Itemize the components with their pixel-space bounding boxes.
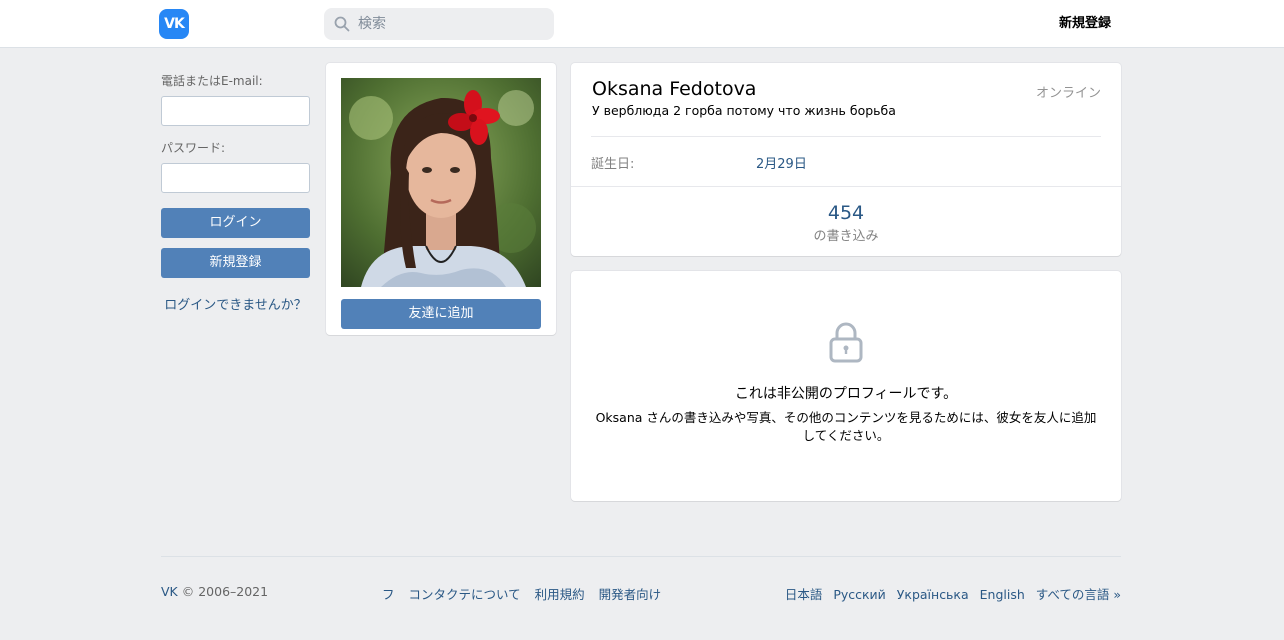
footer-link-developers[interactable]: 開発者向け xyxy=(599,587,662,602)
posts-counter[interactable]: 454 の書き込み xyxy=(571,202,1121,244)
private-profile-text: Oksana さんの書き込みや写真、その他のコンテンツを見るためには、彼女を友人… xyxy=(595,410,1097,443)
footer-link-about[interactable]: コンタクテについて xyxy=(409,587,521,602)
footer-link[interactable]: フ xyxy=(382,587,395,602)
email-field[interactable] xyxy=(161,96,310,126)
search-box[interactable] xyxy=(324,8,554,40)
language-link[interactable]: 日本語 xyxy=(785,587,823,602)
login-button[interactable]: ログイン xyxy=(161,208,310,238)
signup-button[interactable]: 新規登録 xyxy=(161,248,310,278)
profile-status-text: У верблюда 2 горба потому что жизнь борь… xyxy=(592,103,896,118)
language-link[interactable]: Русский xyxy=(833,587,885,602)
info-divider xyxy=(591,136,1101,137)
login-form: 電話またはE-mail: パスワード: ログイン 新規登録 ログインできませんか… xyxy=(161,72,310,313)
lock-icon xyxy=(829,322,863,363)
birthday-value[interactable]: 2月29日 xyxy=(756,153,807,172)
online-status: オンライン xyxy=(1035,86,1101,101)
password-field[interactable] xyxy=(161,163,310,193)
top-header: VK 新規登録 xyxy=(0,0,1284,48)
footer-divider xyxy=(161,556,1121,557)
profile-name: Oksana Fedotova xyxy=(592,78,757,100)
private-profile-card: これは非公開のプロフィールです。 Oksana さんの書き込みや写真、その他のコ… xyxy=(571,271,1121,501)
add-friend-button[interactable]: 友達に追加 xyxy=(341,299,541,329)
all-languages-link[interactable]: すべての言語 » xyxy=(1036,587,1121,602)
footer-copyright: VK © 2006–2021 xyxy=(161,584,268,599)
profile-photo-card: 友達に追加 xyxy=(326,63,556,335)
search-icon xyxy=(334,16,350,32)
language-link[interactable]: English xyxy=(980,587,1025,602)
posts-label: の書き込み xyxy=(813,229,879,244)
search-input[interactable] xyxy=(358,8,548,40)
footer-vk-link[interactable]: VK xyxy=(161,584,178,599)
header-signup-link[interactable]: 新規登録 xyxy=(1040,12,1130,31)
birthday-label: 誕生日: xyxy=(591,157,635,172)
footer-years: © 2006–2021 xyxy=(181,584,269,599)
counters-divider xyxy=(571,186,1121,187)
vk-logo-icon[interactable]: VK xyxy=(159,9,189,39)
forgot-login-link[interactable]: ログインできませんか？ xyxy=(161,294,310,313)
private-profile-title: これは非公開のプロフィールです。 xyxy=(734,386,958,402)
footer-links: フ コンタクテについて 利用規約 開発者向け xyxy=(382,584,671,603)
footer-link-terms[interactable]: 利用規約 xyxy=(535,587,585,602)
language-link[interactable]: Українська xyxy=(897,587,969,602)
posts-count: 454 xyxy=(827,202,865,224)
profile-info-card: Oksana Fedotova オンライン У верблюда 2 горба… xyxy=(571,63,1121,256)
email-label: 電話またはE-mail: xyxy=(161,74,263,88)
footer-languages: 日本語 Русский Українська English すべての言語 » xyxy=(778,584,1121,603)
password-label: パスワード: xyxy=(161,141,226,155)
profile-photo[interactable] xyxy=(341,78,541,287)
